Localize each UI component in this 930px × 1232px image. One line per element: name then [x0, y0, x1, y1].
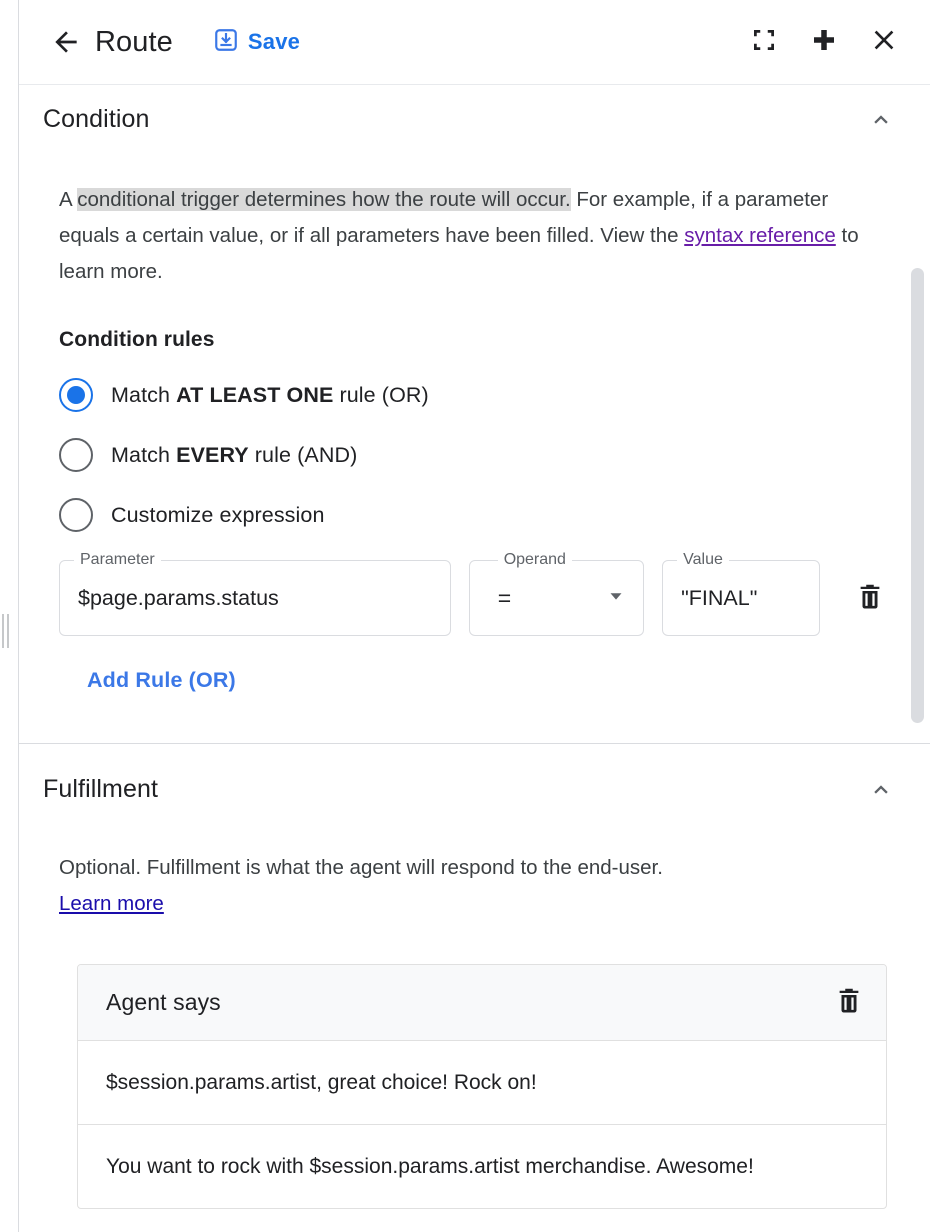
chevron-up-icon[interactable]: [866, 104, 896, 134]
collapse-panel-button[interactable]: [800, 18, 848, 66]
radio-label: Customize expression: [111, 503, 325, 528]
label-bold: EVERY: [176, 443, 249, 467]
fullscreen-collapse-icon: [809, 25, 839, 60]
radio-indicator[interactable]: [59, 498, 93, 532]
radio-option-match-at-least-one[interactable]: Match AT LEAST ONE rule (OR): [59, 378, 896, 412]
radio-option-match-every[interactable]: Match EVERY rule (AND): [59, 438, 896, 472]
radio-label: Match EVERY rule (AND): [111, 443, 357, 468]
label-bold: AT LEAST ONE: [176, 383, 333, 407]
close-x-icon: [868, 24, 900, 61]
save-download-icon: [213, 27, 239, 58]
section-gap: [19, 693, 930, 743]
value-value: "FINAL": [681, 586, 757, 611]
vertical-scrollbar-thumb[interactable]: [911, 268, 924, 723]
operand-legend: Operand: [498, 550, 572, 570]
radio-indicator[interactable]: [59, 378, 93, 412]
label-suffix: rule (AND): [249, 443, 358, 467]
learn-more-link[interactable]: Learn more: [59, 892, 164, 915]
trash-icon: [855, 581, 885, 616]
agent-says-card: Agent says $session.params.artist, great…: [77, 964, 887, 1209]
label-prefix: Match: [111, 383, 176, 407]
caret-down-icon[interactable]: [605, 585, 627, 612]
label-prefix: Match: [111, 443, 176, 467]
selected-text-highlight: conditional trigger determines how the r…: [77, 188, 570, 211]
agent-message-row[interactable]: $session.params.artist, great choice! Ro…: [78, 1041, 886, 1125]
agent-says-card-header: Agent says: [78, 965, 886, 1041]
panel-scroll-area[interactable]: Condition A conditional trigger determin…: [19, 86, 930, 1232]
condition-description: A conditional trigger determines how the…: [59, 182, 889, 290]
delete-rule-button[interactable]: [844, 560, 896, 636]
fulfillment-section: Fulfillment Optional. Fulfillment is wha…: [19, 744, 930, 1209]
panel-resize-handle[interactable]: [2, 614, 12, 648]
handle-line: [7, 614, 9, 648]
save-button[interactable]: Save: [213, 27, 300, 58]
handle-line: [2, 614, 4, 648]
parameter-field[interactable]: Parameter $page.params.status: [59, 560, 451, 636]
parameter-value: $page.params.status: [78, 586, 279, 611]
value-legend: Value: [677, 550, 729, 570]
label-suffix: rule (OR): [333, 383, 428, 407]
fulfillment-title: Fulfillment: [43, 775, 158, 804]
condition-section-header[interactable]: Condition: [19, 86, 930, 140]
route-side-panel: Route Save: [18, 0, 930, 1232]
chevron-up-icon[interactable]: [866, 774, 896, 804]
fulfillment-body: Optional. Fulfillment is what the agent …: [19, 850, 930, 1209]
operand-value: =: [498, 585, 511, 612]
fulfillment-description: Optional. Fulfillment is what the agent …: [59, 850, 889, 922]
page-title: Route: [95, 26, 173, 59]
agent-message-row[interactable]: You want to rock with $session.params.ar…: [78, 1125, 886, 1208]
label-prefix: Customize expression: [111, 503, 325, 527]
add-rule-button[interactable]: Add Rule (OR): [87, 668, 236, 693]
back-button[interactable]: [43, 19, 89, 65]
condition-rules-label: Condition rules: [59, 328, 896, 352]
value-field[interactable]: Value "FINAL": [662, 560, 820, 636]
radio-indicator[interactable]: [59, 438, 93, 472]
fulfillment-section-header[interactable]: Fulfillment: [19, 744, 930, 810]
save-label: Save: [248, 29, 300, 55]
description-lead: A: [59, 188, 77, 211]
condition-title: Condition: [43, 105, 150, 134]
radio-label: Match AT LEAST ONE rule (OR): [111, 383, 429, 408]
condition-body: A conditional trigger determines how the…: [19, 182, 930, 693]
agent-says-title: Agent says: [106, 989, 221, 1016]
expand-panel-button[interactable]: [740, 18, 788, 66]
delete-agent-says-button[interactable]: [834, 985, 864, 1020]
close-button[interactable]: [860, 18, 908, 66]
syntax-reference-link[interactable]: syntax reference: [684, 224, 836, 247]
panel-header: Route Save: [19, 0, 930, 85]
condition-section: Condition A conditional trigger determin…: [19, 86, 930, 743]
radio-option-customize-expression[interactable]: Customize expression: [59, 498, 896, 532]
parameter-legend: Parameter: [74, 550, 161, 570]
operand-select[interactable]: Operand =: [469, 560, 644, 636]
condition-rule-row: Parameter $page.params.status Operand =: [59, 560, 896, 636]
fulfillment-description-text: Optional. Fulfillment is what the agent …: [59, 856, 663, 879]
fullscreen-expand-icon: [749, 25, 779, 60]
